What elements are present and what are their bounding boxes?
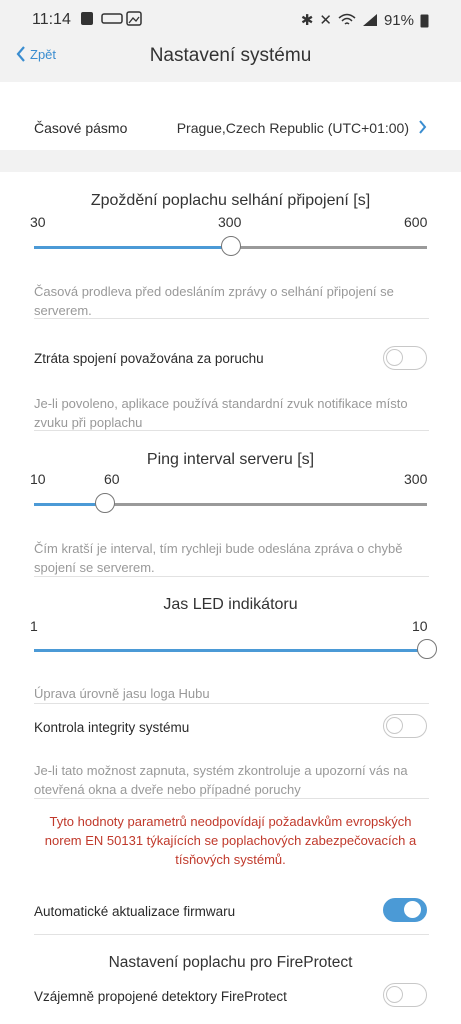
toggle-knob xyxy=(404,901,421,918)
mute-icon: ✕ xyxy=(319,12,332,29)
delay-max: 600 xyxy=(404,214,428,230)
timezone-value: Prague,Czech Republic (UTC+01:00) xyxy=(176,120,409,136)
status-time: 11:14 xyxy=(32,11,71,28)
toggle-knob xyxy=(386,717,403,734)
divider xyxy=(34,576,429,577)
chevron-right-icon xyxy=(419,120,427,134)
status-indicators: ✱ ✕ 91% xyxy=(301,11,429,29)
integrity-toggle[interactable] xyxy=(383,714,427,738)
loss-fault-toggle[interactable] xyxy=(383,346,427,370)
integrity-label: Kontrola integrity systému xyxy=(34,720,190,735)
led-title: Jas LED indikátoru xyxy=(163,596,298,613)
nav-bar: Zpět Nastavení systému xyxy=(0,38,461,78)
divider xyxy=(34,934,429,935)
firmware-toggle[interactable] xyxy=(383,898,427,922)
led-slider[interactable] xyxy=(34,639,437,659)
toggle-knob xyxy=(386,349,403,366)
ping-slider[interactable] xyxy=(34,493,427,513)
battery-percent: 91% xyxy=(383,11,414,29)
loss-fault-note: Je-li povoleno, aplikace používá standar… xyxy=(34,396,408,430)
toggle-knob xyxy=(386,986,403,1003)
bluetooth-icon: ✱ xyxy=(300,12,314,29)
delay-slider-fill xyxy=(34,246,231,249)
led-note: Úprava úrovně jasu loga Hubu xyxy=(34,686,210,701)
led-slider-thumb[interactable] xyxy=(417,639,437,659)
header-spacer xyxy=(0,82,461,104)
page-title: Nastavení systému xyxy=(149,45,312,66)
en50131-warning: Tyto hodnoty parametrů neodpovídají poža… xyxy=(44,814,417,867)
firmware-label: Automatické aktualizace firmwaru xyxy=(34,904,236,919)
fireprotect-label: Vzájemně propojené detektory FireProtect xyxy=(34,989,287,1004)
signal-icon xyxy=(362,14,377,26)
divider xyxy=(34,798,429,799)
wifi-icon xyxy=(338,13,356,25)
delay-slider-thumb[interactable] xyxy=(220,236,241,256)
settings-panel: Zpoždění poplachu selhání připojení [s] … xyxy=(0,172,461,1024)
ping-max: 300 xyxy=(404,471,428,487)
led-slider-fill xyxy=(34,649,427,652)
fireprotect-toggle[interactable] xyxy=(383,983,427,1007)
ping-note: Čím kratší je interval, tím rychleji bud… xyxy=(34,541,403,575)
delay-current: 300 xyxy=(218,214,242,230)
loss-fault-label: Ztráta spojení považována za poruchu xyxy=(34,351,264,366)
divider xyxy=(34,703,429,704)
led-min: 1 xyxy=(30,618,38,634)
timezone-label: Časové pásmo xyxy=(34,120,128,136)
ping-slider-thumb[interactable] xyxy=(94,493,115,513)
fireprotect-title: Nastavení poplachu pro FireProtect xyxy=(108,954,353,971)
ping-min: 10 xyxy=(30,471,46,487)
timezone-row[interactable]: Časové pásmo Prague,Czech Republic (UTC+… xyxy=(0,104,461,150)
divider xyxy=(34,318,429,319)
delay-title: Zpoždění poplachu selhání připojení [s] xyxy=(90,192,371,209)
integrity-note: Je-li tato možnost zapnuta, systém zkont… xyxy=(34,763,408,797)
gallery-notification-icon xyxy=(126,11,142,26)
ping-title: Ping interval serveru [s] xyxy=(146,451,315,468)
ping-current: 60 xyxy=(104,471,120,487)
divider xyxy=(34,430,429,431)
delay-note: Časová prodleva před odesláním zprávy o … xyxy=(34,284,394,318)
led-max: 10 xyxy=(412,618,428,634)
app-notification-icon xyxy=(81,12,93,25)
cast-notification-icon xyxy=(101,13,123,24)
status-bar: 11:14 ✱ ✕ 91% xyxy=(0,0,461,38)
battery-icon xyxy=(420,14,429,27)
delay-slider[interactable] xyxy=(34,236,427,256)
delay-min: 30 xyxy=(30,214,46,230)
